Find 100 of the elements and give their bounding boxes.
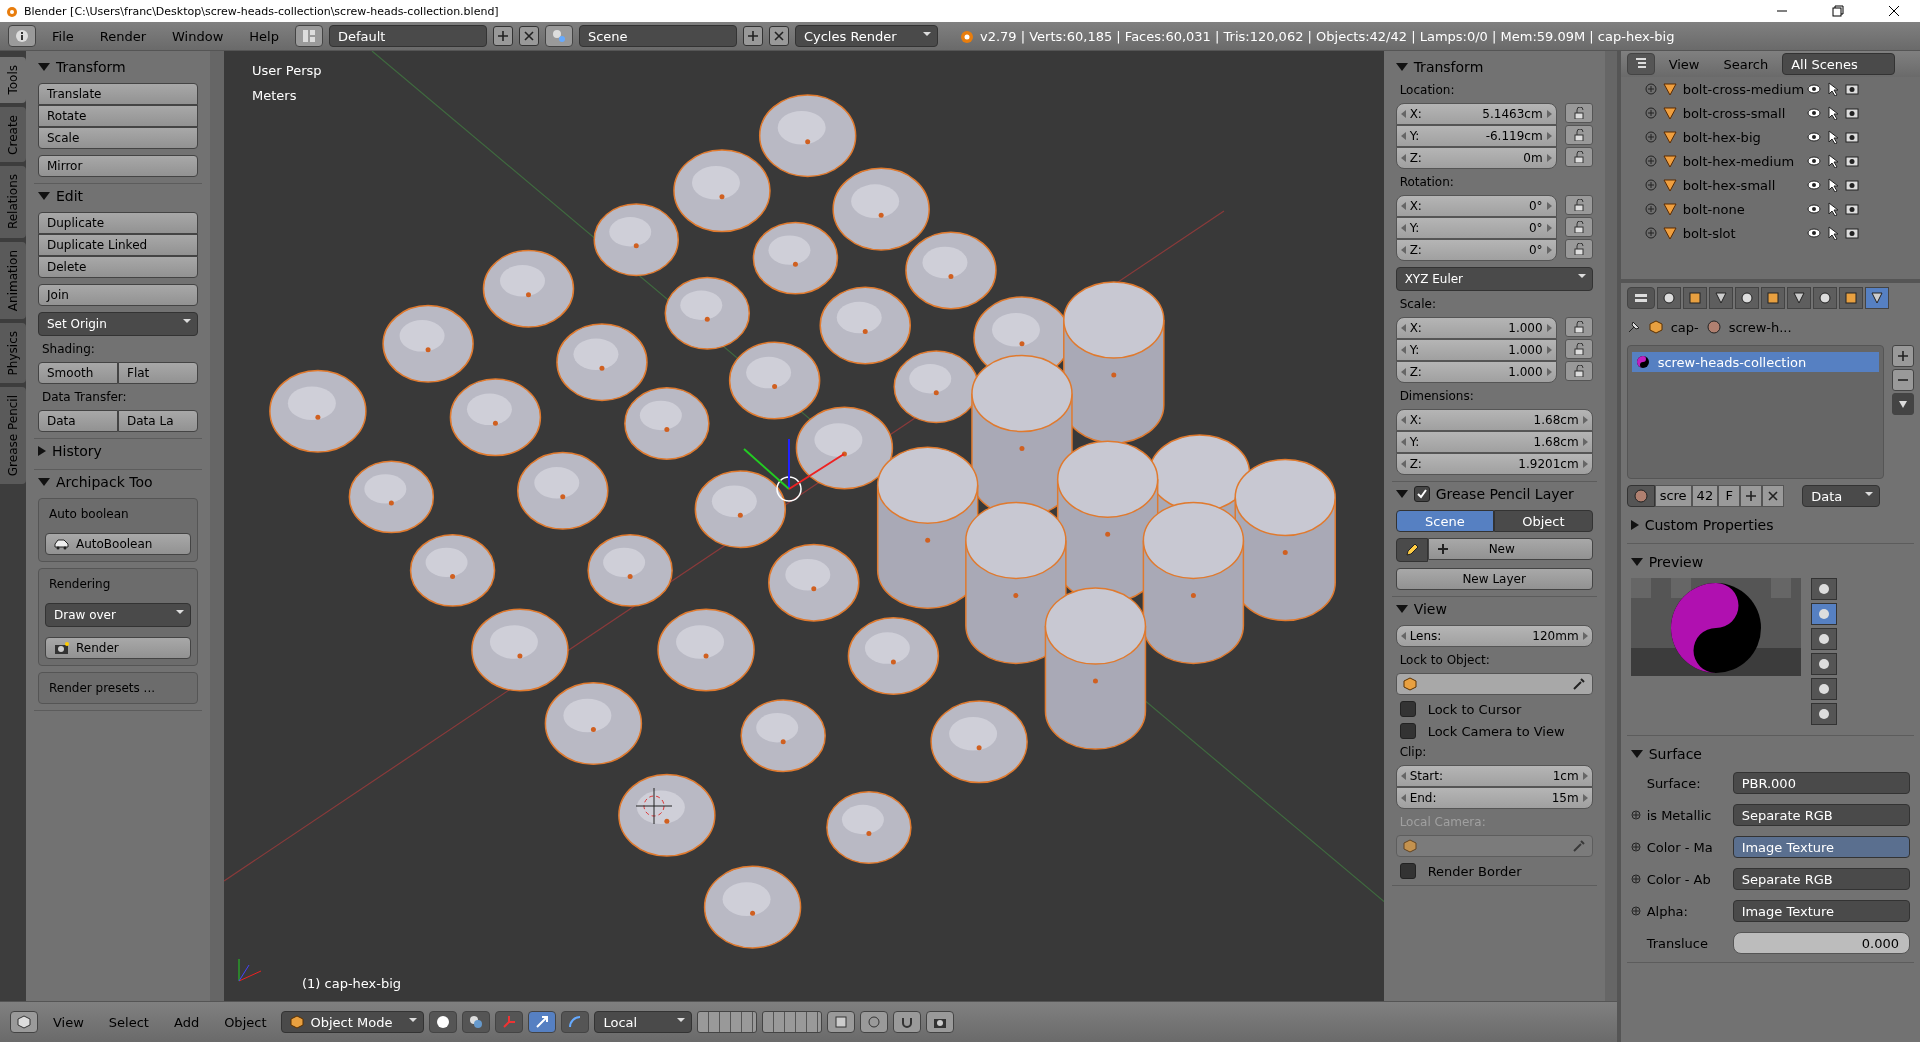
eye-icon[interactable] bbox=[1806, 83, 1821, 95]
increment-arrow-icon[interactable] bbox=[1546, 224, 1552, 232]
editor-type-button[interactable] bbox=[1626, 53, 1655, 75]
number-field[interactable]: X: 5.1463cm bbox=[1395, 103, 1557, 125]
panel-toggle-icon[interactable] bbox=[1395, 63, 1408, 71]
outliner-item[interactable]: bolt-cross-medium bbox=[1682, 81, 1801, 97]
delete-button[interactable] bbox=[518, 26, 539, 46]
panel-toggle-icon[interactable] bbox=[1630, 520, 1639, 530]
increment-arrow-icon[interactable] bbox=[1582, 772, 1588, 780]
tool-button[interactable]: New Layer bbox=[1395, 568, 1593, 590]
lock-button[interactable] bbox=[1564, 317, 1593, 337]
increment-arrow-icon[interactable] bbox=[1582, 416, 1588, 424]
outliner-item[interactable]: bolt-none bbox=[1682, 201, 1801, 217]
remove-slot-button[interactable] bbox=[1892, 369, 1914, 391]
tool-button[interactable]: Duplicate Linked bbox=[38, 234, 198, 256]
mode-tab[interactable]: Object bbox=[1494, 510, 1593, 532]
outliner-item[interactable]: bolt-hex-small bbox=[1682, 177, 1801, 193]
eye-icon[interactable] bbox=[1806, 227, 1821, 239]
pin-icon[interactable] bbox=[1626, 320, 1641, 334]
rotate-manipulator-button[interactable] bbox=[561, 1011, 590, 1033]
tool-button[interactable]: Duplicate bbox=[38, 212, 198, 234]
pencil-dropdown[interactable] bbox=[1395, 538, 1428, 562]
lock-button[interactable] bbox=[1564, 195, 1593, 215]
eye-icon[interactable] bbox=[1806, 179, 1821, 191]
delete-button[interactable] bbox=[768, 26, 789, 46]
decrement-arrow-icon[interactable] bbox=[1400, 772, 1406, 780]
number-field[interactable]: Y: -6.119cm bbox=[1395, 125, 1557, 147]
menu-item[interactable]: Help bbox=[239, 28, 289, 44]
decrement-arrow-icon[interactable] bbox=[1400, 346, 1406, 354]
editor-type-button[interactable] bbox=[1626, 287, 1655, 309]
cursor-icon[interactable] bbox=[1826, 226, 1839, 240]
number-field[interactable]: Z: 1.000 bbox=[1395, 361, 1557, 383]
tool-button[interactable]: Join bbox=[38, 284, 198, 306]
number-field[interactable]: X: 1.68cm bbox=[1395, 409, 1593, 431]
object-picker-field[interactable] bbox=[1395, 673, 1593, 695]
panel-toggle-icon[interactable] bbox=[1395, 605, 1408, 613]
preview-shape-button[interactable] bbox=[1810, 603, 1837, 625]
menu-item[interactable]: Add bbox=[163, 1014, 210, 1030]
camera-icon[interactable] bbox=[1844, 203, 1859, 215]
menu-item[interactable]: View bbox=[43, 1014, 94, 1030]
material-browse-button[interactable] bbox=[1626, 485, 1655, 507]
fake-user-toggle[interactable]: F bbox=[1718, 485, 1741, 507]
decrement-arrow-icon[interactable] bbox=[1400, 416, 1406, 424]
number-field[interactable]: Z: 1.9201cm bbox=[1395, 453, 1593, 475]
expand-socket-icon[interactable] bbox=[1630, 810, 1641, 820]
dropdown[interactable]: XYZ Euler bbox=[1395, 267, 1593, 291]
cursor-icon[interactable] bbox=[1826, 82, 1839, 96]
node-link-field[interactable]: Separate RGB bbox=[1732, 804, 1910, 826]
panel-toggle-icon[interactable] bbox=[1630, 558, 1643, 566]
screen-layout-button[interactable] bbox=[294, 25, 323, 47]
decrement-arrow-icon[interactable] bbox=[1400, 632, 1406, 640]
eye-icon[interactable] bbox=[1806, 203, 1821, 215]
decrement-arrow-icon[interactable] bbox=[1400, 324, 1406, 332]
lock-button[interactable] bbox=[1564, 361, 1593, 381]
lock-button[interactable] bbox=[1564, 339, 1593, 359]
menu-item[interactable]: Render bbox=[89, 28, 157, 44]
close-icon[interactable] bbox=[1888, 5, 1900, 17]
increment-arrow-icon[interactable] bbox=[1546, 346, 1552, 354]
increment-arrow-icon[interactable] bbox=[1582, 632, 1588, 640]
tool-button[interactable]: Data bbox=[38, 410, 118, 432]
properties-tab[interactable] bbox=[1682, 287, 1707, 309]
panel-title[interactable]: View bbox=[1413, 601, 1447, 617]
increment-arrow-icon[interactable] bbox=[1546, 368, 1552, 376]
menu-item[interactable]: Window bbox=[162, 28, 234, 44]
scene-field[interactable]: Scene bbox=[578, 25, 737, 47]
number-field[interactable]: X: 0° bbox=[1395, 195, 1557, 217]
mode-tab[interactable]: Scene bbox=[1395, 510, 1495, 532]
specials-menu-button[interactable] bbox=[1892, 393, 1914, 415]
increment-arrow-icon[interactable] bbox=[1582, 460, 1588, 468]
increment-arrow-icon[interactable] bbox=[1546, 154, 1552, 162]
properties-tab[interactable] bbox=[1864, 287, 1889, 309]
number-field[interactable]: End: 15m bbox=[1395, 787, 1593, 809]
camera-icon[interactable] bbox=[1844, 227, 1859, 239]
node-link-field[interactable]: Separate RGB bbox=[1732, 868, 1910, 890]
properties-tab[interactable] bbox=[1708, 287, 1733, 309]
expand-icon[interactable] bbox=[1644, 131, 1657, 143]
proportional-edit-button[interactable] bbox=[860, 1011, 889, 1033]
camera-icon[interactable] bbox=[1844, 155, 1859, 167]
panel-title[interactable]: History bbox=[52, 443, 102, 459]
add-button[interactable] bbox=[492, 26, 513, 46]
editor-type-button[interactable] bbox=[10, 1011, 38, 1033]
cursor-icon[interactable] bbox=[1826, 178, 1839, 192]
3d-viewport[interactable]: User Persp Meters (1) cap-hex-big bbox=[224, 51, 1384, 1001]
cursor-icon[interactable] bbox=[1826, 154, 1839, 168]
menu-item[interactable]: File bbox=[42, 28, 84, 44]
properties-tab[interactable] bbox=[1734, 287, 1759, 309]
preview-shape-button[interactable] bbox=[1810, 653, 1837, 675]
panel-title[interactable]: Transform bbox=[56, 59, 126, 75]
user-count[interactable]: 42 bbox=[1691, 485, 1719, 507]
expand-icon[interactable] bbox=[1644, 155, 1657, 167]
layer-grid[interactable] bbox=[762, 1011, 823, 1033]
decrement-arrow-icon[interactable] bbox=[1400, 132, 1406, 140]
expand-socket-icon[interactable] bbox=[1630, 874, 1641, 884]
tool-button[interactable]: Rotate bbox=[38, 105, 198, 127]
expand-socket-icon[interactable] bbox=[1630, 842, 1641, 852]
decrement-arrow-icon[interactable] bbox=[1400, 460, 1406, 468]
preview-shape-button[interactable] bbox=[1810, 703, 1837, 725]
decrement-arrow-icon[interactable] bbox=[1400, 438, 1406, 446]
number-field[interactable]: Y: 1.000 bbox=[1395, 339, 1557, 361]
lock-button[interactable] bbox=[1564, 239, 1593, 259]
